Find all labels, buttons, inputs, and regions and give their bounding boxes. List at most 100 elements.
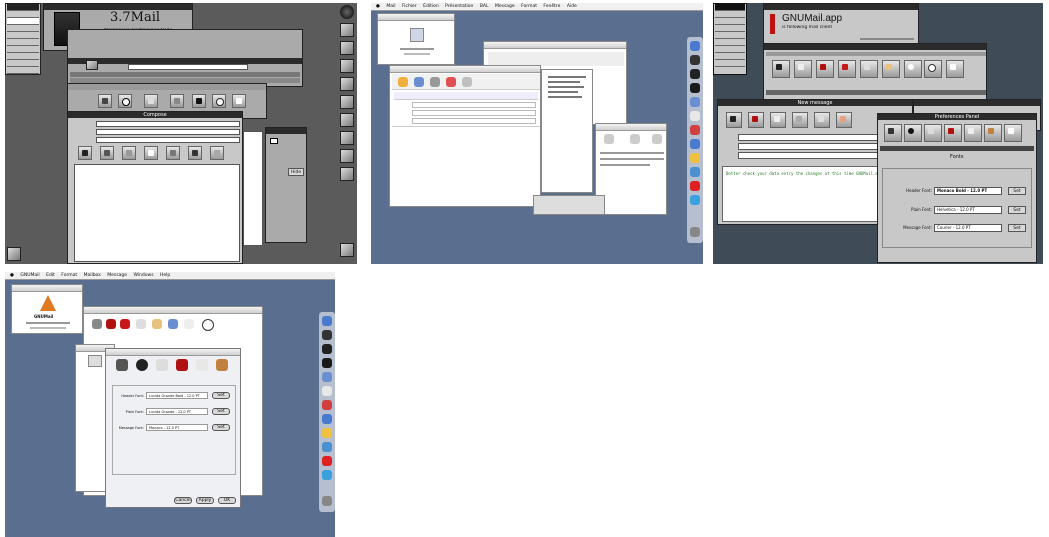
magnifier-icon[interactable]: [924, 60, 942, 78]
compose-body[interactable]: [74, 164, 240, 262]
drawer-item[interactable]: [548, 81, 580, 83]
viewing-pref-button[interactable]: [1004, 124, 1022, 142]
set-message-font-button[interactable]: Set: [1008, 224, 1026, 232]
send-tool-button[interactable]: [78, 146, 92, 160]
forward-icon[interactable]: [136, 319, 146, 329]
colors-pref-icon[interactable]: [136, 359, 148, 371]
to-field[interactable]: [96, 121, 240, 127]
find-tool-button[interactable]: [904, 60, 922, 78]
delete-tool-button[interactable]: [98, 94, 112, 108]
compose-icon[interactable]: [106, 319, 116, 329]
help-icon[interactable]: [340, 131, 354, 145]
cc-field[interactable]: [96, 137, 240, 143]
recycler-icon[interactable]: [340, 243, 354, 257]
next-icon[interactable]: [340, 5, 354, 19]
compose-pref-button[interactable]: [924, 124, 942, 142]
magnifier-icon[interactable]: [202, 319, 214, 331]
addresses-tool-button[interactable]: [882, 60, 900, 78]
itunes-icon[interactable]: [690, 167, 700, 177]
notes-icon[interactable]: [690, 153, 700, 163]
subject-field[interactable]: [96, 129, 240, 135]
trash-icon[interactable]: [322, 496, 332, 506]
reply-tool-button[interactable]: [170, 94, 184, 108]
account-pref-button[interactable]: [884, 124, 902, 142]
addresses-tool-button[interactable]: [770, 112, 786, 128]
menu-item[interactable]: [7, 11, 39, 18]
message-font-field[interactable]: Courier - 12.0 PT: [934, 224, 1002, 232]
drawer-item[interactable]: [548, 91, 578, 93]
save-tool-button[interactable]: [814, 112, 830, 128]
menu-edit[interactable]: Édition: [423, 4, 439, 9]
app-icon[interactable]: [690, 195, 700, 205]
set-plain-font-button[interactable]: Set: [212, 408, 230, 415]
finder-icon[interactable]: [322, 316, 332, 326]
forward-tool-button[interactable]: [860, 60, 878, 78]
archive-tool-button[interactable]: [210, 146, 224, 160]
fonts-pref-icon[interactable]: [216, 359, 228, 371]
pen-icon[interactable]: [604, 134, 614, 144]
account-pref-icon[interactable]: [116, 359, 128, 371]
menu-item[interactable]: [7, 25, 39, 32]
menu-item[interactable]: [7, 46, 39, 53]
menu-item[interactable]: [715, 53, 745, 60]
tools-icon[interactable]: [340, 149, 354, 163]
apple-menu-icon[interactable]: ●: [376, 4, 380, 9]
trash-icon[interactable]: [690, 227, 700, 237]
menu-item[interactable]: [715, 46, 745, 53]
librarian-icon[interactable]: [340, 167, 354, 181]
menu-item[interactable]: [7, 67, 39, 74]
menu-mailbox[interactable]: Mailbox: [84, 273, 101, 278]
menu-view[interactable]: Présentation: [445, 4, 473, 9]
edit-icon[interactable]: [340, 59, 354, 73]
terminal-icon[interactable]: [340, 77, 354, 91]
menu-item[interactable]: [715, 60, 745, 67]
compose-tool-button[interactable]: [794, 60, 812, 78]
filter-pref-icon[interactable]: [176, 359, 188, 371]
terminal-icon[interactable]: [690, 83, 700, 93]
app-icon[interactable]: [690, 181, 700, 191]
pen-icon[interactable]: [630, 134, 640, 144]
mail-icon[interactable]: [690, 97, 700, 107]
media-icon[interactable]: [690, 69, 700, 79]
menu-item[interactable]: [7, 18, 39, 25]
colors-pref-button[interactable]: [904, 124, 922, 142]
mailbox-search-field[interactable]: [128, 64, 248, 70]
pref-scroller[interactable]: [880, 146, 1034, 151]
app-icon[interactable]: [322, 456, 332, 466]
drawer-item[interactable]: [548, 76, 586, 78]
address-icon[interactable]: [446, 77, 456, 87]
fonts-icon[interactable]: [184, 319, 194, 329]
menu-item[interactable]: [7, 53, 39, 60]
hide-button[interactable]: Hide: [288, 168, 304, 176]
menu-message[interactable]: Message: [107, 273, 127, 278]
adobe-icon[interactable]: [690, 125, 700, 135]
fonts-icon[interactable]: [462, 77, 472, 87]
menu-file[interactable]: Fichier: [402, 4, 417, 9]
address-tool-button[interactable]: [144, 146, 158, 160]
attach-tool-button[interactable]: [792, 112, 808, 128]
deliver-tool-button[interactable]: [188, 146, 202, 160]
filter-pref-button[interactable]: [944, 124, 962, 142]
menu-mail[interactable]: Mail: [386, 4, 395, 9]
safari-icon[interactable]: [690, 139, 700, 149]
find-icon[interactable]: [168, 319, 178, 329]
attach-tool-button[interactable]: [100, 146, 114, 160]
mail-icon[interactable]: [322, 372, 332, 382]
cc-field[interactable]: [412, 110, 536, 116]
set-plain-font-button[interactable]: Set: [1008, 206, 1026, 214]
send-icon[interactable]: [398, 77, 408, 87]
safari-icon[interactable]: [322, 414, 332, 424]
plain-font-field[interactable]: Lucida Grande - 12.0 PT: [146, 408, 208, 415]
finder-icon[interactable]: [690, 41, 700, 51]
reply-tool-button[interactable]: [816, 60, 834, 78]
mailbox-tool-button[interactable]: [144, 94, 158, 108]
option-checkbox[interactable]: [270, 138, 278, 144]
menu-item[interactable]: [715, 18, 745, 25]
chat-icon[interactable]: [414, 77, 424, 87]
menu-window[interactable]: Fenêtre: [543, 4, 560, 9]
to-field[interactable]: [412, 102, 536, 108]
ical-icon[interactable]: [322, 386, 332, 396]
drawer-item[interactable]: [548, 96, 582, 98]
compose-pref-icon[interactable]: [156, 359, 168, 371]
print-icon[interactable]: [340, 113, 354, 127]
